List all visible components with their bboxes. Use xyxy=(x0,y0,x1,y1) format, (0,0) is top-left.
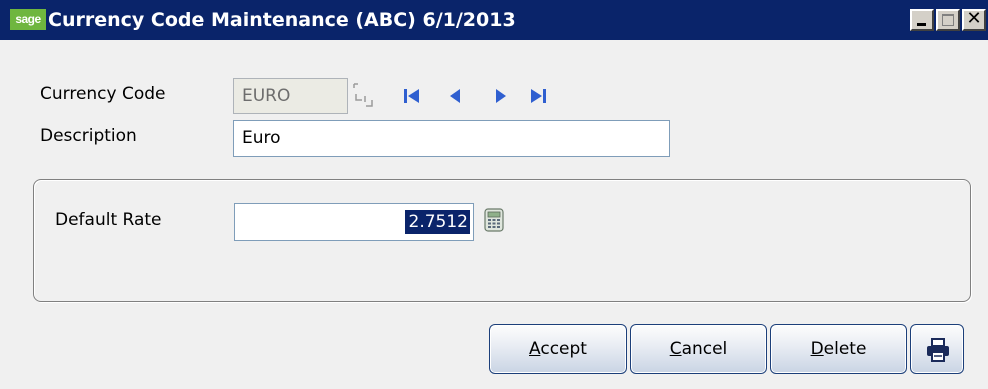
delete-button[interactable]: Delete xyxy=(770,324,907,374)
accept-button[interactable]: Accept xyxy=(489,324,627,374)
maximize-button[interactable] xyxy=(936,9,960,31)
default-rate-label: Default Rate xyxy=(55,210,162,230)
close-button[interactable]: ✕ xyxy=(962,8,986,31)
print-button[interactable] xyxy=(910,324,964,374)
next-record-icon[interactable] xyxy=(491,86,511,106)
cancel-label: ancel xyxy=(681,339,728,359)
default-rate-field[interactable]: 2.7512 xyxy=(234,203,474,241)
title-bar[interactable]: sage Currency Code Maintenance (ABC) 6/1… xyxy=(0,0,988,40)
previous-record-icon[interactable] xyxy=(446,86,466,106)
calculator-icon[interactable] xyxy=(484,208,504,232)
close-icon: ✕ xyxy=(966,8,982,29)
window-title: Currency Code Maintenance (ABC) 6/1/2013 xyxy=(48,9,516,31)
cancel-button[interactable]: Cancel xyxy=(630,324,767,374)
description-label: Description xyxy=(40,126,137,146)
minimize-button[interactable] xyxy=(910,9,934,31)
printer-icon xyxy=(927,338,949,362)
default-rate-value: 2.7512 xyxy=(404,210,470,234)
rate-group-box xyxy=(33,179,971,302)
cancel-accelerator: C xyxy=(669,339,682,359)
currency-code-field[interactable]: EURO xyxy=(233,78,348,114)
description-field[interactable]: Euro xyxy=(233,120,670,157)
lookup-icon[interactable] xyxy=(352,82,374,108)
first-record-icon[interactable] xyxy=(402,86,422,106)
last-record-icon[interactable] xyxy=(528,86,548,106)
delete-accelerator: D xyxy=(810,339,824,359)
currency-code-label: Currency Code xyxy=(40,84,166,104)
accept-accelerator: A xyxy=(529,339,541,359)
sage-logo: sage xyxy=(10,9,46,30)
currency-code-maintenance-window: sage Currency Code Maintenance (ABC) 6/1… xyxy=(0,0,988,389)
accept-label: ccept xyxy=(540,339,587,359)
delete-label: elete xyxy=(823,339,867,359)
